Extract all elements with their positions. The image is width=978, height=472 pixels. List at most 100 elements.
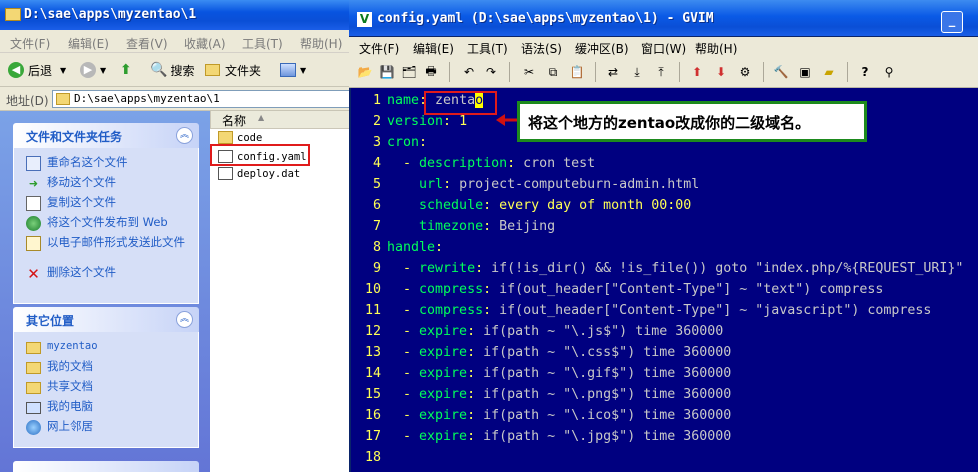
explorer-menu-bar: 文件(F) 编辑(E) 查看(V) 收藏(A) 工具(T) 帮助(H): [0, 32, 352, 53]
code-line-4: 4 - description: cron test: [372, 156, 596, 171]
place-myzentao[interactable]: myzentao: [26, 340, 191, 355]
place-my-documents[interactable]: 我的文档: [26, 360, 191, 375]
task-email[interactable]: 以电子邮件形式发送此文件: [26, 236, 191, 251]
search-button[interactable]: 🔍 搜索: [150, 61, 194, 79]
collapse-icon[interactable]: ︽: [176, 127, 193, 144]
task-pane: 文件和文件夹任务 ︽ 重命名这个文件 ➜ 移动这个文件 复制这个文件 将这个文件…: [0, 111, 210, 472]
views-button[interactable]: ▼: [280, 61, 306, 79]
menu-edit[interactable]: 编辑(E): [68, 35, 109, 52]
gvim-menu-syntax[interactable]: 语法(S): [521, 40, 562, 57]
place-shared-documents[interactable]: 共享文档: [26, 380, 191, 395]
editor-area[interactable]: 1 name: zentao 2 version: 1 3 cron: 4 - des…: [351, 88, 978, 472]
folder-icon: [5, 8, 21, 21]
details-header[interactable]: [13, 461, 199, 472]
save-all-icon[interactable]: 🗂: [401, 64, 417, 80]
find-prev-icon[interactable]: ⤒: [653, 64, 669, 80]
paste-icon[interactable]: 📋: [569, 64, 585, 80]
make-icon[interactable]: 🔨: [773, 64, 789, 80]
sort-arrow-icon: ▲: [258, 113, 265, 122]
folders-button[interactable]: 文件夹: [205, 61, 261, 79]
file-tasks-header[interactable]: 文件和文件夹任务 ︽: [13, 123, 199, 148]
name-column-header[interactable]: 名称 ▲: [210, 111, 352, 129]
back-arrow-icon: ◀: [8, 62, 24, 78]
file-item-deploy-dat[interactable]: deploy.dat: [218, 165, 300, 182]
gvim-menu-help[interactable]: 帮助(H): [695, 40, 737, 57]
run-script-icon[interactable]: ⚙: [737, 64, 753, 80]
other-places-panel: 其它位置 ︽ myzentao 我的文档 共享文档 我的电脑 网上邻居: [13, 307, 199, 448]
chevron-down-icon: ▼: [60, 65, 67, 75]
menu-tools[interactable]: 工具(T): [242, 35, 283, 52]
folder-icon: [56, 93, 70, 105]
task-delete[interactable]: ✕ 删除这个文件: [26, 266, 191, 281]
task-copy[interactable]: 复制这个文件: [26, 196, 191, 211]
file-tasks-panel: 文件和文件夹任务 ︽ 重命名这个文件 ➜ 移动这个文件 复制这个文件 将这个文件…: [13, 123, 199, 304]
load-session-icon[interactable]: ⬆: [689, 64, 705, 80]
address-bar: 地址(D) D:\sae\apps\myzentao\1: [0, 88, 352, 111]
open-icon[interactable]: 📂: [357, 64, 373, 80]
code-line-9: 9 - rewrite: if(!is_dir() && !is_file())…: [372, 261, 964, 276]
place-my-computer[interactable]: 我的电脑: [26, 400, 191, 415]
task-rename[interactable]: 重命名这个文件: [26, 156, 191, 171]
print-icon[interactable]: 🖶: [423, 64, 439, 80]
globe-icon: [26, 216, 41, 231]
menu-help[interactable]: 帮助(H): [300, 35, 342, 52]
zentao-highlight: [424, 91, 497, 115]
network-icon: [26, 420, 41, 435]
up-folder-button[interactable]: ⬆: [120, 61, 132, 79]
details-panel: [13, 461, 199, 472]
gvim-menu-edit[interactable]: 编辑(E): [413, 40, 454, 57]
undo-icon[interactable]: ↶: [461, 64, 477, 80]
explorer-title: D:\sae\apps\myzentao\1: [24, 7, 197, 22]
file-tasks-body: 重命名这个文件 ➜ 移动这个文件 复制这个文件 将这个文件发布到 Web 以电子…: [13, 148, 199, 304]
code-line-15: 15 - expire: if(path ~ "\.png$") time 36…: [364, 387, 732, 402]
search-label: 搜索: [170, 63, 195, 78]
back-button[interactable]: ◀ 后退 ▼: [8, 61, 66, 79]
place-network[interactable]: 网上邻居: [26, 420, 191, 435]
task-move[interactable]: ➜ 移动这个文件: [26, 176, 191, 191]
code-line-6: 6 schedule: every day of month 00:00: [372, 198, 692, 213]
code-line-7: 7 timezone: Beijing: [372, 219, 556, 234]
code-line-18: 18: [364, 450, 381, 465]
folder-icon: [218, 131, 233, 144]
address-label: 地址(D): [6, 94, 49, 108]
up-arrow-icon: ⬆: [120, 62, 132, 78]
gvim-title-bar[interactable]: V config.yaml (D:\sae\apps\myzentao\1) -…: [349, 0, 978, 36]
save-session-icon[interactable]: ⬇: [713, 64, 729, 80]
menu-view[interactable]: 查看(V): [126, 35, 168, 52]
folders-label: 文件夹: [225, 63, 262, 78]
code-line-11: 11 - compress: if(out_header["Content-Ty…: [364, 303, 932, 318]
minimize-button[interactable]: _: [941, 11, 963, 33]
collapse-icon[interactable]: ︽: [176, 311, 193, 328]
gvim-menu-window[interactable]: 窗口(W): [641, 40, 686, 57]
task-publish-web[interactable]: 将这个文件发布到 Web: [26, 216, 191, 231]
menu-file[interactable]: 文件(F): [10, 35, 50, 52]
code-line-13: 13 - expire: if(path ~ "\.css$") time 36…: [364, 345, 732, 360]
save-icon[interactable]: 💾: [379, 64, 395, 80]
rename-icon: [26, 156, 41, 171]
tag-icon[interactable]: ▰: [821, 64, 837, 80]
forward-arrow-icon: ▶: [80, 62, 96, 78]
cut-icon[interactable]: ✂: [521, 64, 537, 80]
file-tasks-title: 文件和文件夹任务: [26, 130, 123, 144]
folder-icon: [26, 380, 41, 395]
gvim-menu-file[interactable]: 文件(F): [359, 40, 399, 57]
annotation-text: 将这个地方的zentao改成你的二级域名。: [528, 114, 811, 132]
other-places-header[interactable]: 其它位置 ︽: [13, 307, 199, 332]
redo-icon[interactable]: ↷: [483, 64, 499, 80]
address-input[interactable]: D:\sae\apps\myzentao\1: [52, 90, 352, 108]
folder-icon: [205, 64, 220, 76]
forward-button[interactable]: ▶ ▼: [80, 61, 106, 79]
copy-icon[interactable]: ⧉: [545, 64, 561, 80]
chevron-down-icon: ▼: [100, 65, 107, 75]
explorer-title-bar[interactable]: D:\sae\apps\myzentao\1: [0, 0, 352, 30]
gvim-menu-tools[interactable]: 工具(T): [467, 40, 508, 57]
shell-icon[interactable]: ▣: [797, 64, 813, 80]
find-next-icon[interactable]: ⤓: [629, 64, 645, 80]
menu-favorites[interactable]: 收藏(A): [184, 35, 226, 52]
gvim-menu-buffers[interactable]: 缓冲区(B): [575, 40, 629, 57]
replace-icon[interactable]: ⇄: [605, 64, 621, 80]
find-help-icon[interactable]: ⚲: [881, 64, 897, 80]
config-file-highlight: [210, 144, 310, 166]
gvim-title: config.yaml (D:\sae\apps\myzentao\1) - G…: [377, 11, 714, 26]
help-icon[interactable]: ?: [857, 64, 873, 80]
